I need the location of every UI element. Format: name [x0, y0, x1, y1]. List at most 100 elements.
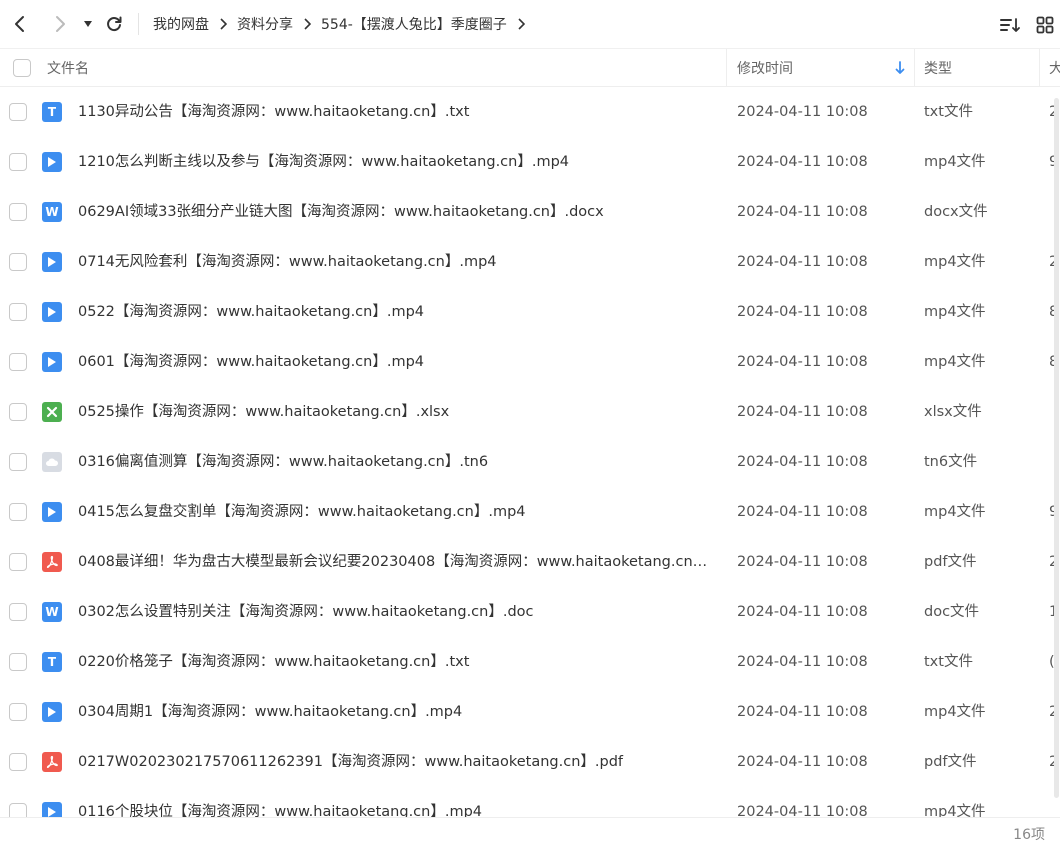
row-checkbox[interactable] [9, 353, 27, 371]
sort-desc-arrow-icon [895, 49, 905, 87]
refresh-button[interactable] [102, 12, 126, 36]
toolbar-divider [138, 13, 139, 35]
file-row[interactable]: 0217W020230217570611262391【海淘资源网：www.hai… [0, 737, 1060, 787]
word-file-icon: W [42, 602, 62, 622]
file-row[interactable]: W 0302怎么设置特别关注【海淘资源网：www.haitaoketang.cn】… [0, 587, 1060, 637]
file-name[interactable]: 0220价格笼子【海淘资源网：www.haitaoketang.cn】.txt [78, 637, 718, 687]
history-dropdown-button[interactable] [76, 12, 100, 36]
file-name[interactable]: 0525操作【海淘资源网：www.haitaoketang.cn】.xlsx [78, 387, 718, 437]
file-type: mp4文件 [924, 804, 986, 817]
row-checkbox[interactable] [9, 303, 27, 321]
file-name[interactable]: 0522【海淘资源网：www.haitaoketang.cn】.mp4 [78, 287, 718, 337]
file-row[interactable]: W 0629AI领域33张细分产业链大图【海淘资源网：www.haitaoketa… [0, 187, 1060, 237]
row-checkbox[interactable] [9, 453, 27, 471]
file-row[interactable]: 0714无风险套利【海淘资源网：www.haitaoketang.cn】.mp4… [0, 237, 1060, 287]
row-checkbox[interactable] [9, 253, 27, 271]
file-row[interactable]: 0415怎么复盘交割单【海淘资源网：www.haitaoketang.cn】.m… [0, 487, 1060, 537]
file-modified-date: 2024-04-11 10:08 [737, 254, 868, 270]
row-checkbox[interactable] [9, 753, 27, 771]
file-name[interactable]: 0316偏离值测算【海淘资源网：www.haitaoketang.cn】.tn6 [78, 437, 718, 487]
file-row[interactable]: 0601【海淘资源网：www.haitaoketang.cn】.mp4 2024-… [0, 337, 1060, 387]
file-name[interactable]: 0302怎么设置特别关注【海淘资源网：www.haitaoketang.cn】.… [78, 587, 718, 637]
column-header-name[interactable]: 文件名 [47, 49, 89, 87]
file-type: mp4文件 [924, 354, 986, 370]
file-name[interactable]: 0415怎么复盘交割单【海淘资源网：www.haitaoketang.cn】.m… [78, 487, 718, 537]
file-name[interactable]: 1210怎么判断主线以及参与【海淘资源网：www.haitaoketang.cn… [78, 137, 718, 187]
file-row[interactable]: T 1130异动公告【海淘资源网：www.haitaoketang.cn】.txt… [0, 87, 1060, 137]
row-checkbox[interactable] [9, 203, 27, 221]
column-divider [726, 49, 727, 87]
row-checkbox[interactable] [9, 503, 27, 521]
chevron-left-icon [15, 16, 24, 32]
file-name[interactable]: 0601【海淘资源网：www.haitaoketang.cn】.mp4 [78, 337, 718, 387]
column-header-size[interactable]: 大 [1049, 49, 1060, 87]
file-modified-date: 2024-04-11 10:08 [737, 704, 868, 720]
select-all-checkbox[interactable] [13, 59, 31, 77]
file-name[interactable]: 0714无风险套利【海淘资源网：www.haitaoketang.cn】.mp4 [78, 237, 718, 287]
chevron-right-icon [56, 16, 65, 32]
file-type: mp4文件 [924, 304, 986, 320]
toolbar: 我的网盘 资料分享 554-【摆渡人兔比】季度圈子 [0, 0, 1060, 48]
sort-button[interactable] [999, 14, 1021, 36]
item-count: 16项 [1013, 827, 1045, 843]
video-file-icon [42, 302, 62, 322]
file-modified-date: 2024-04-11 10:08 [737, 204, 868, 220]
breadcrumb-chevron-icon[interactable] [517, 18, 525, 30]
file-modified-date: 2024-04-11 10:08 [737, 454, 868, 470]
pdf-file-icon [42, 752, 62, 772]
file-type: mp4文件 [924, 154, 986, 170]
breadcrumb-item-current-folder[interactable]: 554-【摆渡人兔比】季度圈子 [321, 14, 507, 34]
file-name[interactable]: 0408最详细！华为盘古大模型最新会议纪要20230408【海淘资源网：www.… [78, 537, 718, 587]
row-checkbox[interactable] [9, 153, 27, 171]
file-type: txt文件 [924, 104, 973, 120]
file-type: pdf文件 [924, 754, 977, 770]
file-name[interactable]: 1130异动公告【海淘资源网：www.haitaoketang.cn】.txt [78, 87, 718, 137]
file-name[interactable]: 0217W020230217570611262391【海淘资源网：www.hai… [78, 737, 718, 787]
file-modified-date: 2024-04-11 10:08 [737, 804, 868, 817]
file-row[interactable]: 1210怎么判断主线以及参与【海淘资源网：www.haitaoketang.cn… [0, 137, 1060, 187]
file-row[interactable]: 0304周期1【海淘资源网：www.haitaoketang.cn】.mp4 20… [0, 687, 1060, 737]
scrollbar-thumb[interactable] [1054, 98, 1059, 798]
word-file-icon: W [42, 202, 62, 222]
file-modified-date: 2024-04-11 10:08 [737, 604, 868, 620]
breadcrumb-item-shared[interactable]: 资料分享 [237, 14, 293, 34]
file-type: xlsx文件 [924, 404, 982, 420]
breadcrumb: 我的网盘 资料分享 554-【摆渡人兔比】季度圈子 [153, 13, 535, 35]
breadcrumb-chevron-icon [219, 18, 227, 30]
row-checkbox[interactable] [9, 553, 27, 571]
refresh-icon [107, 16, 122, 32]
row-checkbox[interactable] [9, 803, 27, 817]
file-row[interactable]: 0316偏离值测算【海淘资源网：www.haitaoketang.cn】.tn6… [0, 437, 1060, 487]
file-modified-date: 2024-04-11 10:08 [737, 404, 868, 420]
file-row[interactable]: 0525操作【海淘资源网：www.haitaoketang.cn】.xlsx 20… [0, 387, 1060, 437]
forward-button[interactable] [48, 12, 72, 36]
file-modified-date: 2024-04-11 10:08 [737, 354, 868, 370]
file-name[interactable]: 0629AI领域33张细分产业链大图【海淘资源网：www.haitaoketan… [78, 187, 718, 237]
file-row[interactable]: T 0220价格笼子【海淘资源网：www.haitaoketang.cn】.txt… [0, 637, 1060, 687]
row-checkbox[interactable] [9, 703, 27, 721]
breadcrumb-item-my-drive[interactable]: 我的网盘 [153, 14, 209, 34]
file-list: T 1130异动公告【海淘资源网：www.haitaoketang.cn】.txt… [0, 87, 1060, 817]
row-checkbox[interactable] [9, 103, 27, 121]
video-file-icon [42, 252, 62, 272]
row-checkbox[interactable] [9, 603, 27, 621]
file-row[interactable]: 0408最详细！华为盘古大模型最新会议纪要20230408【海淘资源网：www.… [0, 537, 1060, 587]
grid-view-button[interactable] [1034, 14, 1056, 36]
column-header-modified[interactable]: 修改时间 [737, 49, 793, 87]
column-divider [1039, 49, 1040, 87]
file-row[interactable]: 0116个股块位【海淘资源网：www.haitaoketang.cn】.mp4 2… [0, 787, 1060, 817]
file-name[interactable]: 0116个股块位【海淘资源网：www.haitaoketang.cn】.mp4 [78, 787, 718, 817]
file-type: doc文件 [924, 604, 980, 620]
file-type: mp4文件 [924, 504, 986, 520]
video-file-icon [42, 702, 62, 722]
back-button[interactable] [8, 12, 32, 36]
file-name[interactable]: 0304周期1【海淘资源网：www.haitaoketang.cn】.mp4 [78, 687, 718, 737]
row-checkbox[interactable] [9, 653, 27, 671]
video-file-icon [42, 502, 62, 522]
vertical-scrollbar[interactable] [1053, 88, 1060, 815]
file-type: mp4文件 [924, 704, 986, 720]
row-checkbox[interactable] [9, 403, 27, 421]
file-modified-date: 2024-04-11 10:08 [737, 554, 868, 570]
file-row[interactable]: 0522【海淘资源网：www.haitaoketang.cn】.mp4 2024-… [0, 287, 1060, 337]
column-header-type[interactable]: 类型 [924, 49, 952, 87]
